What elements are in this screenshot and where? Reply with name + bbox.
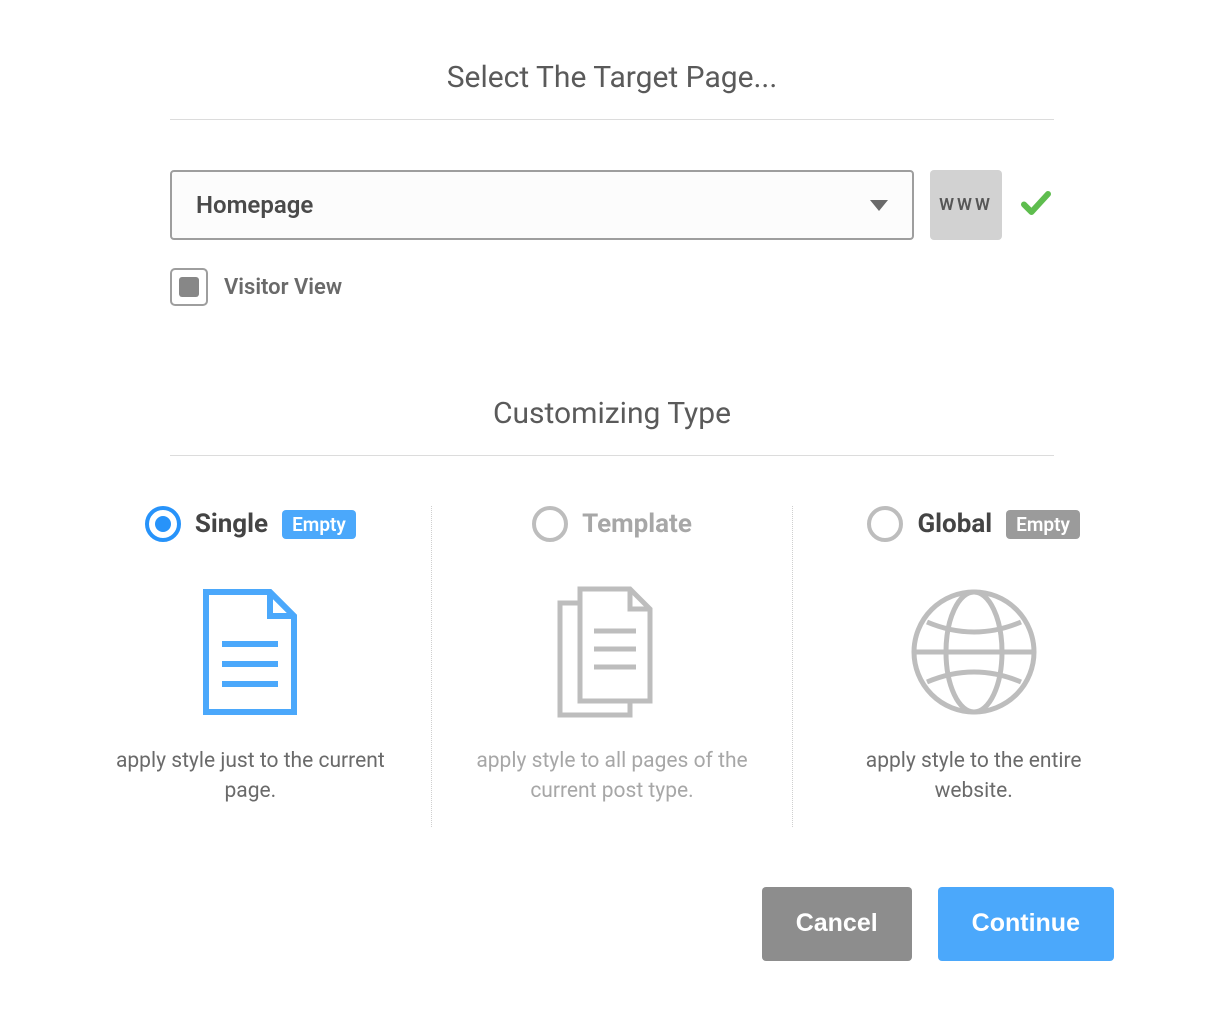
type-global-header[interactable]: Global Empty — [813, 506, 1134, 542]
globe-icon — [813, 582, 1134, 722]
visitor-view-row: Visitor View — [170, 268, 1054, 306]
type-global-label: Global — [917, 509, 992, 539]
customizing-type-grid: Single Empty apply style just to the cur… — [70, 506, 1154, 827]
documents-stack-icon — [452, 582, 773, 722]
type-single-label: Single — [195, 509, 268, 539]
radio-single[interactable] — [145, 506, 181, 542]
document-icon — [90, 582, 411, 722]
type-option-global: Global Empty apply style to the entire w… — [793, 506, 1154, 827]
type-single-badge: Empty — [282, 510, 356, 539]
type-single-desc: apply style just to the current page. — [90, 746, 411, 807]
page-select-row: Homepage WWW — [170, 170, 1054, 240]
type-global-desc: apply style to the entire website. — [813, 746, 1134, 807]
type-template-header[interactable]: Template — [452, 506, 773, 542]
www-button[interactable]: WWW — [930, 170, 1002, 240]
visitor-view-checkbox[interactable] — [170, 268, 208, 306]
checkbox-checked-icon — [179, 277, 199, 297]
radio-template[interactable] — [532, 506, 568, 542]
type-template-label: Template — [582, 509, 692, 539]
divider — [170, 119, 1054, 120]
section-title-target-page: Select The Target Page... — [70, 60, 1154, 95]
continue-button[interactable]: Continue — [938, 887, 1114, 961]
dialog-button-row: Cancel Continue — [70, 887, 1154, 961]
radio-global[interactable] — [867, 506, 903, 542]
type-template-desc: apply style to all pages of the current … — [452, 746, 773, 807]
type-option-template: Template apply style to all pages of the… — [432, 506, 794, 827]
page-select-value: Homepage — [196, 191, 313, 219]
page-select[interactable]: Homepage — [170, 170, 914, 240]
type-single-header[interactable]: Single Empty — [90, 506, 411, 542]
section-title-customizing-type: Customizing Type — [70, 396, 1154, 431]
type-option-single: Single Empty apply style just to the cur… — [70, 506, 432, 827]
check-icon — [1018, 185, 1054, 225]
chevron-down-icon — [870, 200, 888, 211]
radio-dot-icon — [155, 516, 171, 532]
divider — [170, 455, 1054, 456]
visitor-view-label: Visitor View — [224, 275, 342, 300]
cancel-button[interactable]: Cancel — [762, 887, 912, 961]
type-global-badge: Empty — [1006, 510, 1080, 539]
